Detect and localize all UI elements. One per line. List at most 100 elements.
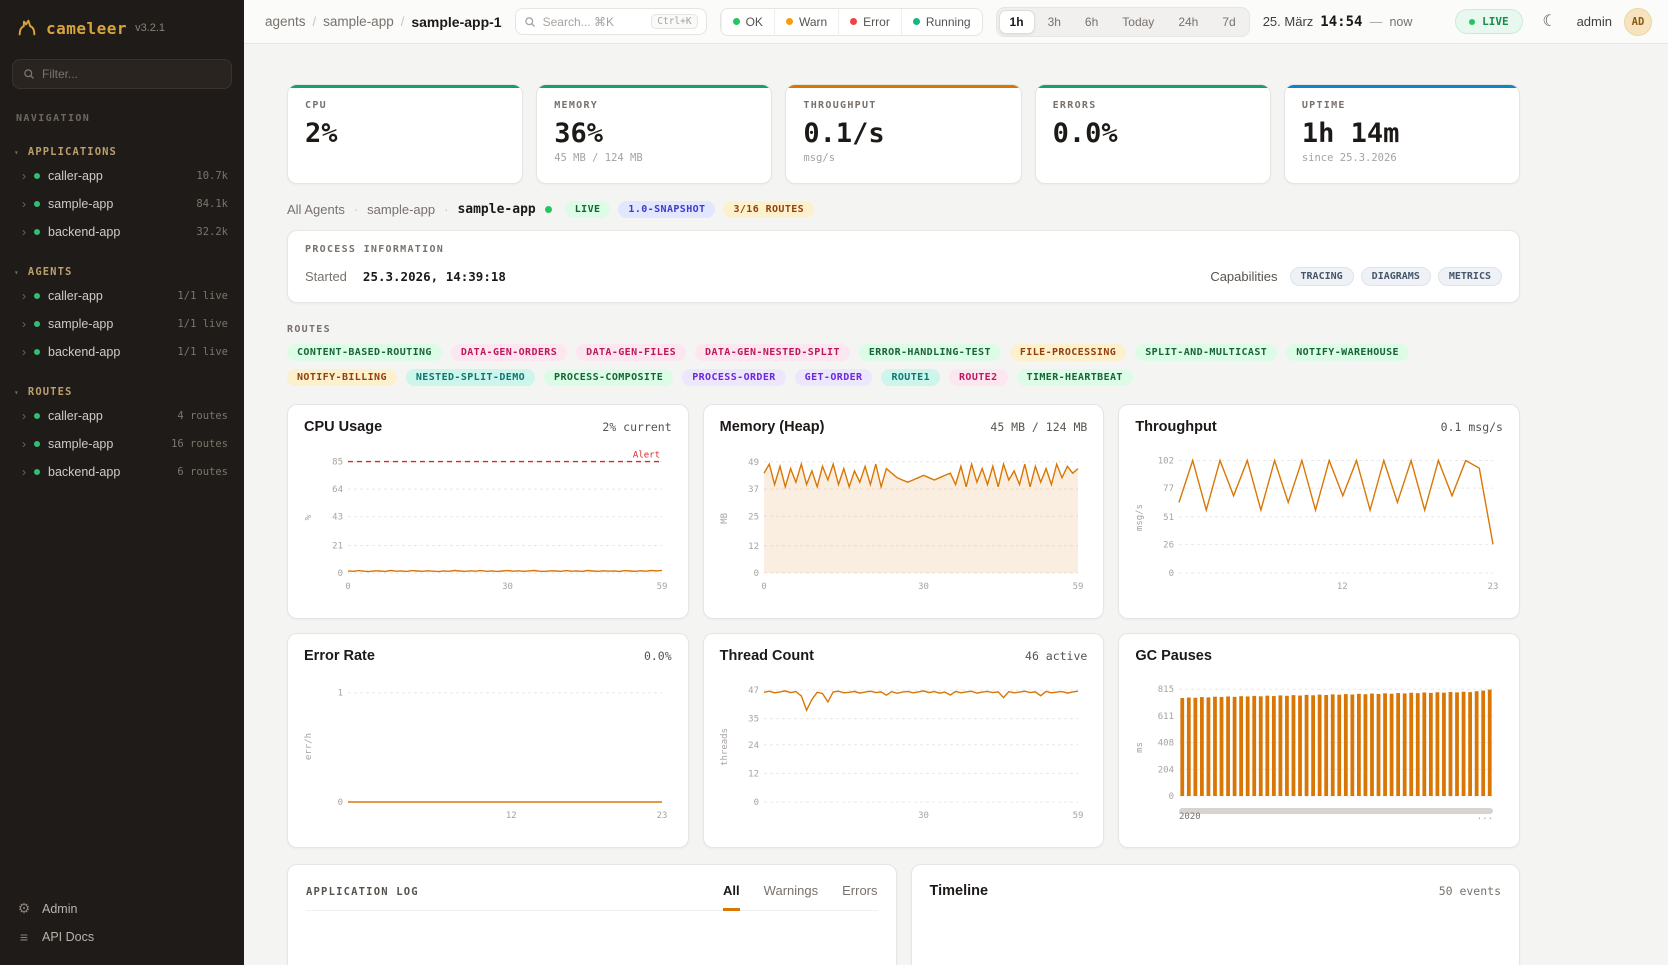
stat-card[interactable]: CPU 2% xyxy=(287,84,523,184)
timeline-title: Timeline xyxy=(930,883,989,899)
svg-text:35: 35 xyxy=(748,715,759,725)
nav-section-applications: ▾ APPLICATIONS › caller-app 10.7k › xyxy=(0,142,244,246)
sidebar-item-count: 6 routes xyxy=(177,466,228,478)
chart-title: Throughput xyxy=(1135,419,1216,435)
svg-text:43: 43 xyxy=(332,513,343,523)
route-badge[interactable]: NOTIFY-WAREHOUSE xyxy=(1286,344,1409,361)
y-axis-label: MB xyxy=(720,513,730,524)
stat-accent-bar xyxy=(288,85,522,88)
status-filter[interactable]: OK xyxy=(721,9,774,35)
agent-badge: 1.0-SNAPSHOT xyxy=(618,201,715,218)
route-badge[interactable]: ROUTE1 xyxy=(881,369,940,386)
breadcrumb-separator: / xyxy=(401,14,405,29)
app-name: cameleer xyxy=(46,19,127,38)
route-badge[interactable]: PROCESS-ORDER xyxy=(682,369,785,386)
avatar[interactable]: AD xyxy=(1624,8,1652,36)
time-range-button[interactable]: 1h xyxy=(999,10,1035,34)
chart-card-throughput: Throughput 0.1 msg/s msg/s 0265177102122… xyxy=(1118,404,1520,619)
section-header-routes[interactable]: ▾ ROUTES xyxy=(0,382,244,402)
status-filter[interactable]: Error xyxy=(838,9,901,35)
sidebar-item-admin[interactable]: ⚙ Admin xyxy=(16,900,228,917)
filter-input[interactable] xyxy=(42,67,221,81)
log-tab[interactable]: All xyxy=(723,883,740,911)
sidebar-item-label: sample-app xyxy=(48,197,113,211)
section-title: AGENTS xyxy=(28,266,73,278)
chart-title: Memory (Heap) xyxy=(720,419,825,435)
status-filter[interactable]: Warn xyxy=(774,9,838,35)
date-range-control[interactable]: 25. März 14:54 — now xyxy=(1263,14,1413,30)
sidebar-item[interactable]: › caller-app 4 routes xyxy=(0,402,244,430)
svg-text:102: 102 xyxy=(1158,457,1174,467)
route-badge[interactable]: DATA-GEN-ORDERS xyxy=(451,344,567,361)
stats-row: CPU 2% MEMORY 36% 45 MB / 124 MB THROUG xyxy=(287,84,1520,184)
status-filter[interactable]: Running xyxy=(901,9,982,35)
sidebar-item[interactable]: › backend-app 1/1 live xyxy=(0,338,244,366)
live-toggle[interactable]: LIVE xyxy=(1455,9,1523,34)
breadcrumb-agents[interactable]: agents xyxy=(265,14,306,29)
route-badge[interactable]: DATA-GEN-NESTED-SPLIT xyxy=(695,344,850,361)
sidebar-item[interactable]: › sample-app 1/1 live xyxy=(0,310,244,338)
sidebar-item-api-docs[interactable]: ≡ API Docs xyxy=(16,929,228,945)
route-badge[interactable]: ROUTE2 xyxy=(949,369,1008,386)
section-header-agents[interactable]: ▾ AGENTS xyxy=(0,262,244,282)
sidebar-item[interactable]: › sample-app 16 routes xyxy=(0,430,244,458)
time-range-button[interactable]: 6h xyxy=(1074,10,1109,34)
process-info-title: PROCESS INFORMATION xyxy=(305,244,1502,255)
range-end-label: now xyxy=(1389,15,1412,29)
time-range-button[interactable]: 3h xyxy=(1037,10,1072,34)
section-header-applications[interactable]: ▾ APPLICATIONS xyxy=(0,142,244,162)
current-agent: sample-app xyxy=(457,202,535,217)
breadcrumb-sample-app[interactable]: sample-app xyxy=(323,14,394,29)
time-range-button[interactable]: 7d xyxy=(1211,10,1246,34)
route-badge[interactable]: TIMER-HEARTBEAT xyxy=(1017,369,1133,386)
route-badge[interactable]: NESTED-SPLIT-DEMO xyxy=(406,369,535,386)
route-badge[interactable]: FILE-PROCESSING xyxy=(1010,344,1126,361)
time-range-button[interactable]: 24h xyxy=(1167,10,1209,34)
agent-status-dot xyxy=(545,206,552,213)
capability-badge: DIAGRAMS xyxy=(1361,267,1431,286)
sidebar-item[interactable]: › caller-app 10.7k xyxy=(0,162,244,190)
svg-text:23: 23 xyxy=(1488,582,1499,592)
chart-card-error-rate: Error Rate 0.0% err/h 011223 xyxy=(287,633,689,848)
svg-text:12: 12 xyxy=(748,769,759,779)
svg-text:47: 47 xyxy=(748,686,759,696)
all-agents-link[interactable]: All Agents xyxy=(287,202,345,217)
route-badge[interactable]: SPLIT-AND-MULTICAST xyxy=(1135,344,1277,361)
stat-card[interactable]: UPTIME 1h 14m since 25.3.2026 xyxy=(1284,84,1520,184)
sidebar-item-label: caller-app xyxy=(48,289,103,303)
sidebar-item[interactable]: › backend-app 6 routes xyxy=(0,458,244,486)
log-tab[interactable]: Warnings xyxy=(764,883,818,911)
stat-card[interactable]: THROUGHPUT 0.1/s msg/s xyxy=(785,84,1021,184)
sidebar-item[interactable]: › caller-app 1/1 live xyxy=(0,282,244,310)
sidebar-item-count: 84.1k xyxy=(196,198,228,210)
sidebar-filter[interactable] xyxy=(12,59,232,89)
app-link[interactable]: sample-app xyxy=(367,202,435,217)
svg-text:815: 815 xyxy=(1158,685,1174,695)
log-tab[interactable]: Errors xyxy=(842,883,877,911)
route-badge[interactable]: ERROR-HANDLING-TEST xyxy=(859,344,1001,361)
stat-label: MEMORY xyxy=(554,100,754,111)
sidebar-item[interactable]: › sample-app 84.1k xyxy=(0,190,244,218)
route-badge[interactable]: PROCESS-COMPOSITE xyxy=(544,369,673,386)
sidebar-item[interactable]: › backend-app 32.2k xyxy=(0,218,244,246)
route-badge[interactable]: CONTENT-BASED-ROUTING xyxy=(287,344,442,361)
sidebar-footer: ⚙ Admin ≡ API Docs xyxy=(0,888,244,965)
chart-title: Thread Count xyxy=(720,648,814,664)
search-input[interactable] xyxy=(543,15,645,29)
chevron-right-icon: › xyxy=(22,346,26,358)
status-dot xyxy=(34,441,40,447)
stat-card[interactable]: MEMORY 36% 45 MB / 124 MB xyxy=(536,84,772,184)
global-search[interactable]: Ctrl+K xyxy=(515,8,707,35)
route-badge[interactable]: NOTIFY-BILLING xyxy=(287,369,397,386)
sidebar-item-label: backend-app xyxy=(48,465,120,479)
status-dot xyxy=(34,413,40,419)
time-range-button[interactable]: Today xyxy=(1111,10,1165,34)
svg-text:408: 408 xyxy=(1158,739,1174,749)
route-badge[interactable]: DATA-GEN-FILES xyxy=(576,344,686,361)
sidebar-item-label: backend-app xyxy=(48,225,120,239)
stat-card[interactable]: ERRORS 0.0% xyxy=(1035,84,1271,184)
theme-toggle-button[interactable]: ☾ xyxy=(1535,7,1565,37)
app-root: cameleer v3.2.1 NAVIGATION ▾ APPLICATION… xyxy=(0,0,1668,965)
route-badge[interactable]: GET-ORDER xyxy=(795,369,873,386)
logo[interactable]: cameleer v3.2.1 xyxy=(0,0,244,51)
